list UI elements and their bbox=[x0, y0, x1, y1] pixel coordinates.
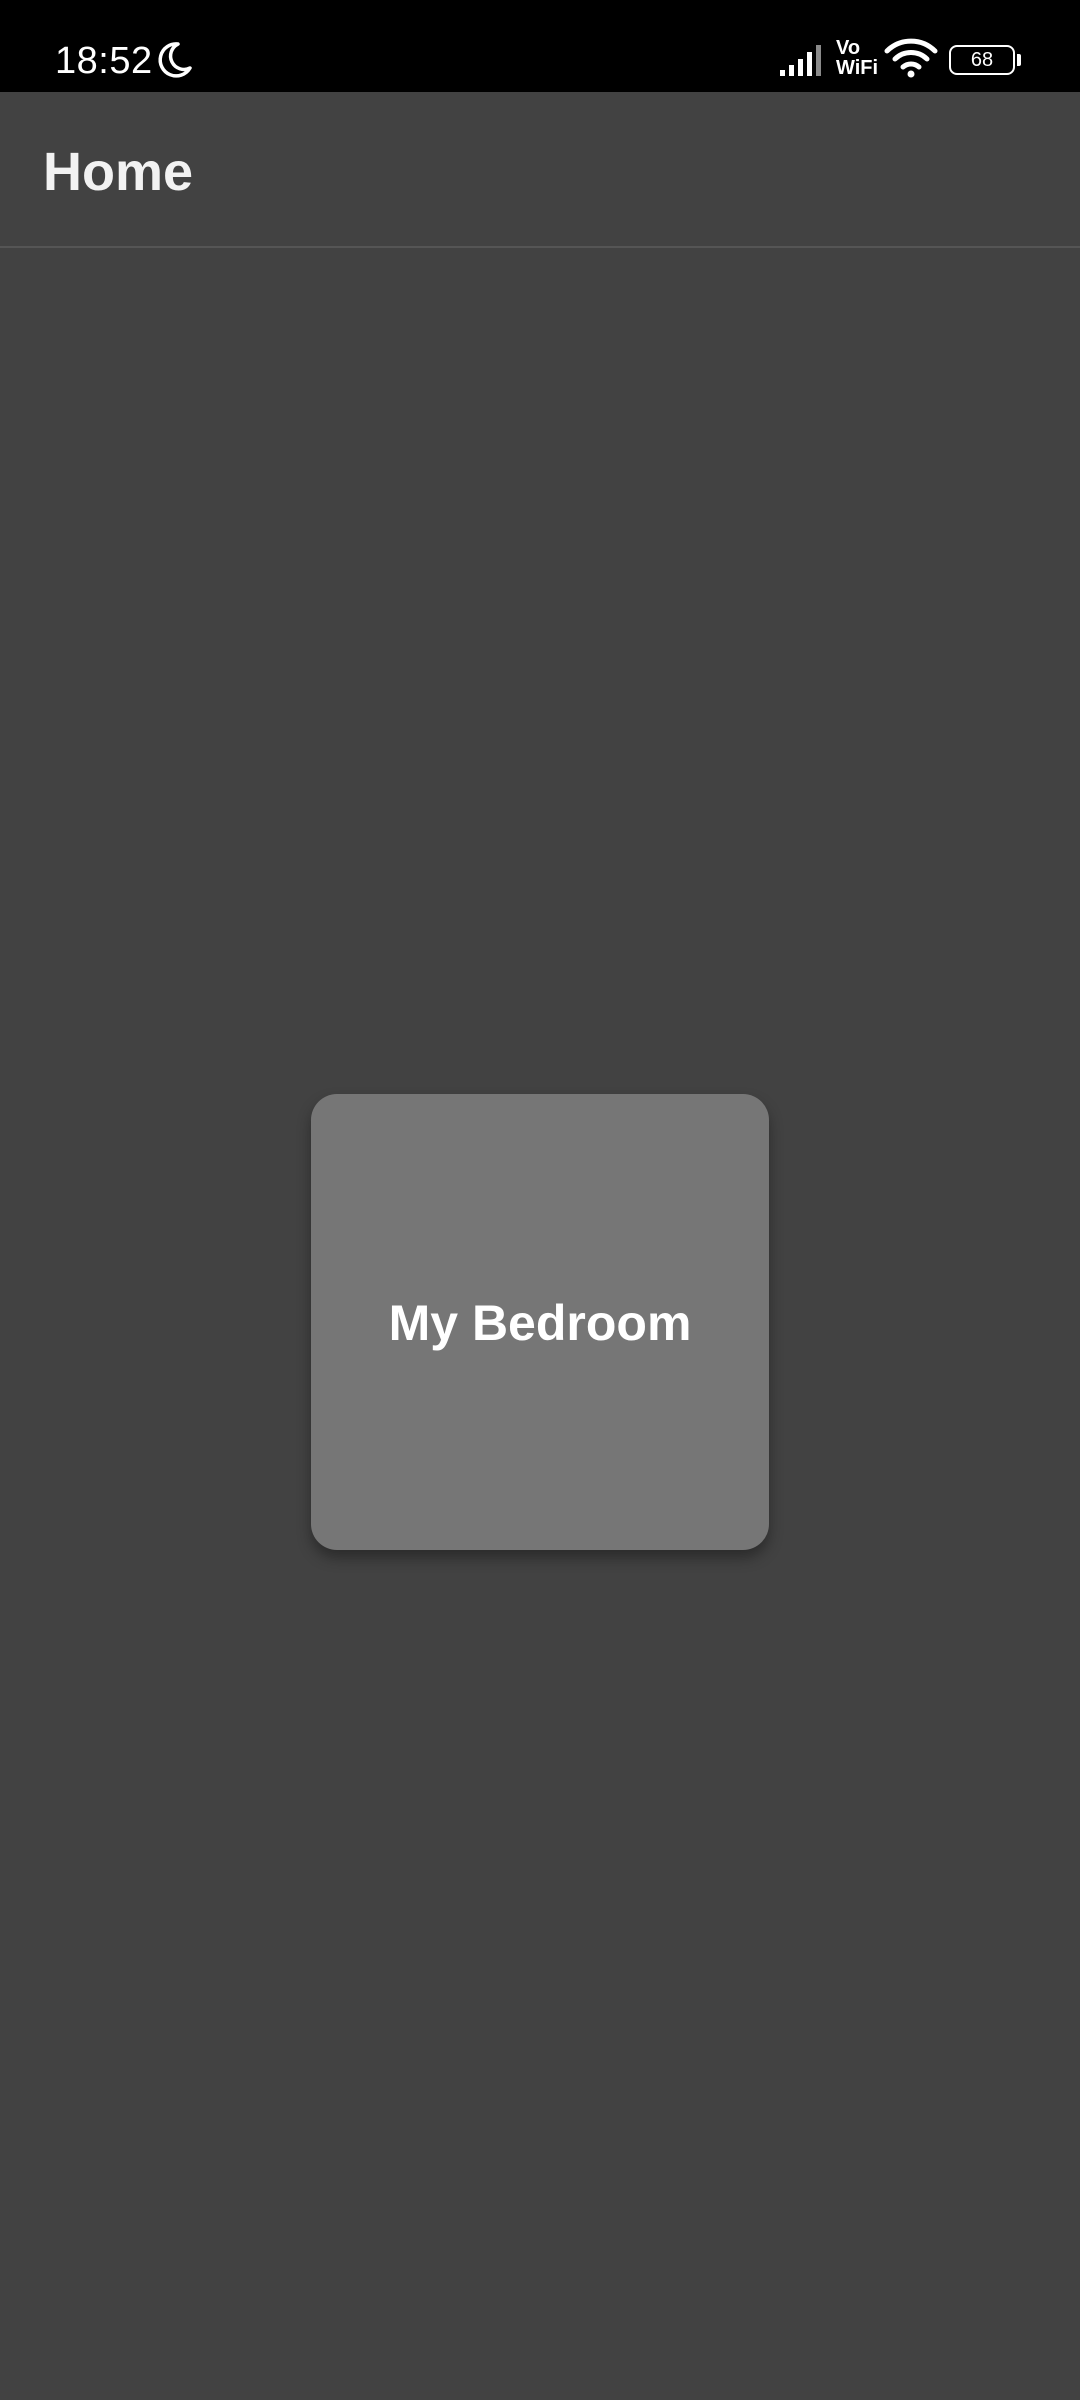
vowifi-icon: Vo WiFi bbox=[836, 38, 882, 80]
room-card-my-bedroom[interactable]: My Bedroom bbox=[311, 1094, 769, 1550]
vowifi-top-label: Vo bbox=[836, 37, 861, 59]
signal-icon bbox=[780, 45, 821, 76]
home-screen: 18:52 Vo WiFi 68 Home My Bedroom bbox=[0, 0, 1080, 2400]
moon-icon bbox=[158, 42, 192, 78]
wifi-icon bbox=[884, 38, 938, 78]
page-title: Home bbox=[43, 142, 194, 202]
vowifi-bottom-label: WiFi bbox=[836, 57, 879, 79]
battery-cap bbox=[1017, 54, 1021, 66]
app-bar: Home bbox=[0, 92, 1080, 248]
battery-icon: 68 bbox=[949, 45, 1021, 75]
status-time: 18:52 bbox=[55, 40, 153, 82]
status-bar: 18:52 Vo WiFi 68 bbox=[0, 0, 1080, 92]
room-name: My Bedroom bbox=[388, 1295, 692, 1351]
battery-level: 68 bbox=[970, 49, 994, 71]
